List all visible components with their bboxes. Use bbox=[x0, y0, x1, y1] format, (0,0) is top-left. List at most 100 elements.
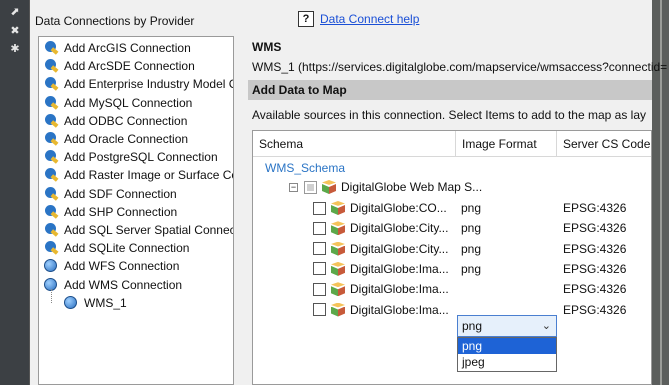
pin-icon[interactable]: ⬈ bbox=[9, 6, 21, 18]
help-link[interactable]: Data Connect help bbox=[320, 12, 419, 26]
cs-code-cell: EPSG:4326 bbox=[563, 302, 627, 317]
connection-plug-icon bbox=[43, 113, 59, 129]
provider-label: Add SHP Connection bbox=[64, 204, 178, 219]
layer-checkbox[interactable] bbox=[313, 242, 326, 256]
image-format-cell[interactable]: png bbox=[461, 198, 481, 218]
connection-plug-icon bbox=[43, 40, 59, 56]
connection-plug-icon bbox=[43, 204, 59, 220]
connection-plug-icon bbox=[43, 76, 59, 92]
dropdown-value: png bbox=[462, 319, 483, 333]
provider-label: Add MySQL Connection bbox=[64, 95, 193, 110]
provider-item[interactable]: Add Oracle Connection bbox=[43, 130, 188, 148]
layer-cube-icon bbox=[331, 221, 345, 236]
layer-checkbox[interactable] bbox=[313, 201, 326, 215]
parent-row[interactable]: − DigitalGlobe Web Map S... bbox=[289, 177, 482, 197]
tree-connector-line bbox=[51, 289, 52, 303]
sources-grid[interactable]: Schema Image Format Server CS Code WMS_S… bbox=[252, 130, 652, 385]
providers-label: Data Connections by Provider bbox=[35, 14, 195, 28]
layer-checkbox[interactable] bbox=[313, 282, 326, 296]
layer-row[interactable]: DigitalGlobe:Ima... bbox=[313, 279, 449, 299]
connection-plug-icon bbox=[43, 222, 59, 238]
layer-cube-icon bbox=[331, 282, 345, 297]
help-link-row[interactable]: ? Data Connect help bbox=[298, 11, 419, 27]
layer-cube-icon bbox=[331, 261, 345, 276]
connection-plug-icon bbox=[43, 131, 59, 147]
provider-item[interactable]: Add SQLite Connection bbox=[43, 239, 189, 257]
provider-label: Add ArcGIS Connection bbox=[64, 41, 191, 55]
layer-name: DigitalGlobe:City... bbox=[350, 241, 449, 256]
cs-code-cell: EPSG:4326 bbox=[563, 221, 627, 236]
chevron-down-icon[interactable]: ⌄ bbox=[542, 316, 551, 336]
parent-checkbox[interactable] bbox=[304, 180, 317, 194]
layer-row[interactable]: DigitalGlobe:Ima... bbox=[313, 259, 449, 279]
connection-url: WMS_1 (https://services.digitalglobe.com… bbox=[252, 60, 668, 74]
parent-label: DigitalGlobe Web Map S... bbox=[341, 180, 483, 194]
image-format-dropdown[interactable]: png ⌄ bbox=[457, 315, 557, 337]
layer-name: DigitalGlobe:CO... bbox=[350, 201, 447, 215]
close-icon[interactable]: ✖ bbox=[9, 25, 21, 37]
layer-checkbox[interactable] bbox=[313, 221, 326, 235]
dropdown-option[interactable]: jpeg bbox=[458, 354, 556, 370]
provider-item[interactable]: Add WMS Connection bbox=[43, 276, 182, 294]
connection-plug-icon bbox=[43, 95, 59, 111]
data-connect-palette: Data Connections by Provider ? Data Conn… bbox=[30, 0, 667, 385]
column-header-image-format[interactable]: Image Format bbox=[456, 131, 557, 157]
provider-item[interactable]: Add SQL Server Spatial Connect bbox=[43, 221, 233, 239]
provider-label: Add Oracle Connection bbox=[64, 132, 189, 146]
provider-item[interactable]: Add MySQL Connection bbox=[43, 94, 192, 112]
provider-label: Add SQLite Connection bbox=[64, 241, 190, 256]
dropdown-option[interactable]: png bbox=[458, 338, 556, 354]
layer-row[interactable]: DigitalGlobe:City... bbox=[313, 239, 448, 259]
column-header-cs-code[interactable]: Server CS Code bbox=[557, 131, 651, 157]
connection-plug-icon bbox=[43, 167, 59, 183]
connection-detail-panel: WMS WMS_1 (https://services.digitalglobe… bbox=[242, 36, 667, 385]
layer-name: DigitalGlobe:City... bbox=[350, 221, 449, 236]
provider-label: Add WFS Connection bbox=[64, 259, 180, 274]
provider-item[interactable]: Add PostgreSQL Connection bbox=[43, 148, 218, 166]
layer-row[interactable]: DigitalGlobe:Ima... bbox=[313, 300, 449, 320]
dropdown-options[interactable]: png jpeg bbox=[457, 337, 557, 372]
connection-plug-icon bbox=[43, 58, 59, 74]
connection-plug-icon bbox=[43, 240, 59, 256]
cs-code-cell: EPSG:4326 bbox=[563, 282, 627, 297]
image-format-cell[interactable]: png bbox=[461, 259, 481, 279]
cs-code-cell: EPSG:4326 bbox=[563, 201, 627, 215]
layer-cube-icon bbox=[331, 302, 345, 317]
connection-label: WMS_1 bbox=[84, 296, 127, 310]
layer-row[interactable]: DigitalGlobe:CO... bbox=[313, 198, 447, 218]
layer-name: DigitalGlobe:Ima... bbox=[350, 302, 449, 317]
provider-label: Add WMS Connection bbox=[64, 277, 183, 292]
provider-item[interactable]: Add WFS Connection bbox=[43, 257, 179, 275]
provider-item[interactable]: Add Enterprise Industry Model C bbox=[43, 75, 234, 93]
palette-side-strip: ⬈ ✖ ✱ bbox=[0, 0, 30, 385]
help-icon[interactable]: ? bbox=[298, 11, 314, 27]
connection-plug-icon bbox=[43, 186, 59, 202]
description-text: Available sources in this connection. Se… bbox=[252, 108, 646, 122]
layer-cube-icon bbox=[331, 241, 345, 256]
image-format-cell[interactable]: png bbox=[461, 239, 481, 259]
provider-item[interactable]: Add SDF Connection bbox=[43, 185, 177, 203]
settings-icon[interactable]: ✱ bbox=[9, 43, 21, 55]
provider-tree[interactable]: Add ArcGIS Connection Add ArcSDE Connecti… bbox=[38, 36, 234, 385]
provider-label: Add Raster Image or Surface Co bbox=[64, 168, 234, 183]
layer-cube-icon bbox=[331, 201, 345, 215]
cs-code-cell: EPSG:4326 bbox=[563, 261, 627, 276]
provider-item[interactable]: Add ArcSDE Connection bbox=[43, 57, 195, 75]
schema-label: WMS_Schema bbox=[265, 161, 346, 175]
provider-item[interactable]: Add Raster Image or Surface Co bbox=[43, 166, 234, 184]
connection-plug-icon bbox=[43, 149, 59, 165]
image-format-cell[interactable]: png bbox=[461, 218, 481, 238]
cs-code-cell: EPSG:4326 bbox=[563, 241, 627, 256]
provider-item[interactable]: Add ODBC Connection bbox=[43, 112, 187, 130]
layer-checkbox[interactable] bbox=[313, 262, 326, 276]
connection-node-wms1[interactable]: WMS_1 bbox=[63, 294, 127, 312]
layer-row[interactable]: DigitalGlobe:City... bbox=[313, 218, 448, 238]
provider-item[interactable]: Add ArcGIS Connection bbox=[43, 39, 191, 57]
globe-icon bbox=[43, 258, 59, 274]
layer-checkbox[interactable] bbox=[313, 303, 326, 316]
provider-label: Add ArcSDE Connection bbox=[64, 59, 195, 74]
provider-item[interactable]: Add SHP Connection bbox=[43, 203, 177, 221]
column-header-schema[interactable]: Schema bbox=[253, 131, 456, 157]
collapse-icon[interactable]: − bbox=[289, 182, 298, 192]
provider-label: Add Enterprise Industry Model C bbox=[64, 77, 234, 92]
